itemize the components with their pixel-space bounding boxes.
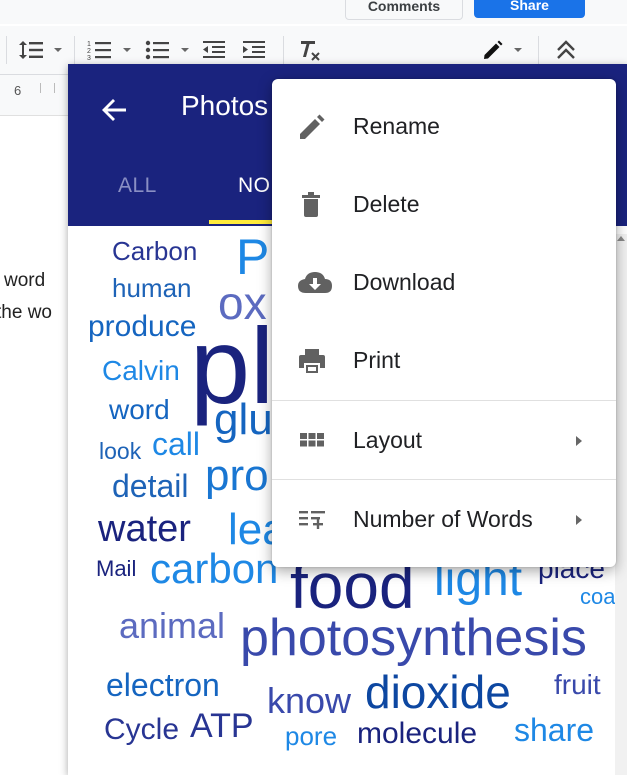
cloud-word: electron [106,667,220,703]
submenu-arrow-icon [576,515,582,525]
cloud-word: glu [214,395,273,444]
cloud-word: share [514,712,595,748]
cloud-word: Carbon [112,236,198,266]
chevron-down-icon[interactable] [54,48,62,52]
menu-item-label: Rename [353,113,440,139]
menu-item-label: Number of Words [353,506,533,532]
grid-icon [296,425,328,457]
add-list-icon [296,504,328,536]
menu-item-delete[interactable]: Delete [272,165,616,243]
svg-text:3: 3 [87,55,91,62]
svg-text:2: 2 [87,48,91,55]
menu-item-label: Download [353,269,456,295]
cloud-word: ATP [190,707,254,745]
menu-item-number-of-words[interactable]: Number of Words [272,480,616,558]
tab-nouns[interactable]: NO [238,174,271,198]
chevron-down-icon[interactable] [514,48,522,52]
menu-item-layout[interactable]: Layout [272,401,616,479]
cloud-word: human [112,273,192,303]
numbered-list-icon[interactable]: 123 [87,38,113,62]
cloud-word: fruit [554,669,601,700]
printer-icon [296,345,328,377]
cloud-word: carbon [150,545,279,592]
menu-item-download[interactable]: Download [272,243,616,321]
clear-formatting-icon[interactable] [298,38,324,62]
toolbar-separator [6,36,7,64]
scroll-up-arrow-icon[interactable] [617,236,625,241]
document-text-line: word [4,270,46,291]
document-text-line: the wo [0,302,52,323]
cloud-word: molecule [357,717,478,750]
svg-text:1: 1 [87,41,91,48]
tab-all[interactable]: ALL [118,174,157,198]
cloud-word: look [99,438,142,464]
cloud-word: photosynthesis [240,609,587,667]
chevron-down-icon[interactable] [123,48,131,52]
comments-button[interactable]: Comments [345,0,463,20]
cloud-word: Mail [96,556,137,581]
bulleted-list-icon[interactable] [145,38,171,62]
scrollbar[interactable] [615,234,627,775]
ruler-tick [54,83,55,93]
pencil-icon [296,111,328,143]
cloud-word: Calvin [102,355,180,386]
pencil-icon[interactable] [481,38,505,62]
cloud-word: call [152,426,201,462]
trash-icon [296,189,328,221]
menu-item-label: Delete [353,191,420,217]
toolbar-separator [283,36,284,64]
cloud-word: pore [285,721,338,751]
panel-title: Photos [181,90,269,121]
toolbar-separator [74,36,75,64]
ruler-tick [40,83,41,93]
menu-item-label: Print [353,347,401,373]
cloud-download-icon [296,267,332,299]
menu-item-print[interactable]: Print [272,321,616,399]
cloud-word: Cycle [104,713,180,746]
chevron-down-icon[interactable] [181,48,189,52]
menu-item-label: Layout [353,427,423,453]
menu-item-rename[interactable]: Rename [272,87,616,165]
cloud-word: coa [580,584,616,609]
toolbar-separator [538,36,539,64]
line-spacing-icon[interactable] [18,38,44,62]
cloud-word: pro [205,451,269,500]
cloud-word: know [267,680,352,721]
cloud-word: word [109,394,170,425]
cloud-word: water [98,508,191,550]
share-button[interactable]: Share [474,0,585,18]
cloud-word: produce [88,310,197,343]
increase-indent-icon[interactable] [242,38,268,62]
cloud-word: dioxide [365,666,511,718]
submenu-arrow-icon [576,436,582,446]
arrow-back-icon[interactable] [100,96,128,124]
cloud-word: animal [119,605,226,646]
ruler-number: 6 [14,83,22,98]
cloud-word: detail [112,468,189,504]
collapse-up-icon[interactable] [555,38,577,62]
decrease-indent-icon[interactable] [202,38,228,62]
context-menu: Rename Delete Download Print Layout Numb… [272,79,616,567]
